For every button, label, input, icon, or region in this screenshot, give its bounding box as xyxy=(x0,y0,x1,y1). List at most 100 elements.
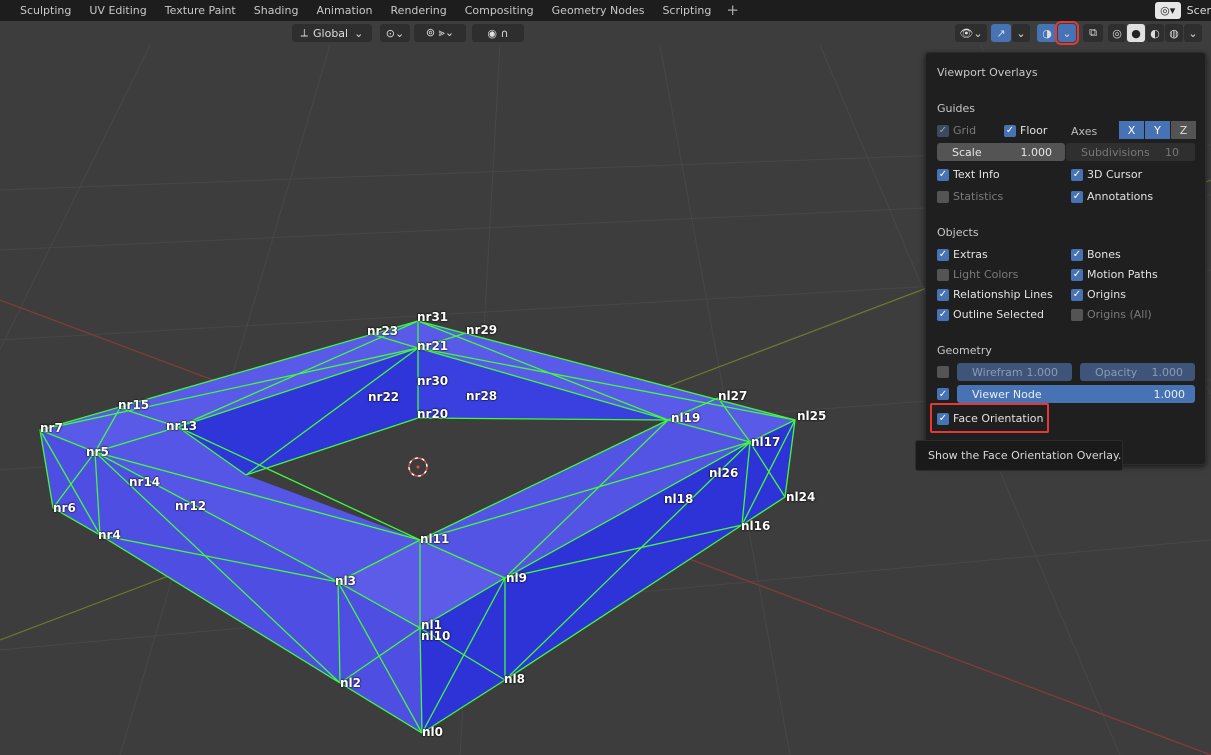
wireframe-value: 1.000 xyxy=(1026,365,1059,379)
vertex-label: nl24 xyxy=(786,490,816,504)
check-icon: ✓ xyxy=(937,124,949,137)
section-geometry: Geometry xyxy=(937,344,992,357)
vertex-label: nr31 xyxy=(417,310,449,324)
overlay-icon[interactable]: ◑ xyxy=(1037,24,1057,42)
tab-animation[interactable]: Animation xyxy=(307,0,381,21)
shading-material-icon[interactable]: ◐ xyxy=(1146,24,1164,42)
motion-paths-checkbox[interactable]: ✓ Motion Paths xyxy=(1071,268,1158,281)
relationship-lines-label: Relationship Lines xyxy=(953,288,1053,301)
axis-x-toggle[interactable]: X xyxy=(1119,121,1144,139)
viewer-node-value: 1.000 xyxy=(1153,387,1186,401)
text-info-label: Text Info xyxy=(953,168,1000,181)
xray-icon[interactable]: ⧉ xyxy=(1083,24,1103,42)
wireframe-field[interactable]: Wirefram 1.000 xyxy=(957,363,1072,381)
vertex-label: nl26 xyxy=(709,466,739,480)
section-objects: Objects xyxy=(937,226,979,239)
scene-selector[interactable]: ◎▾ Scer xyxy=(1154,0,1211,21)
tab-texture-paint[interactable]: Texture Paint xyxy=(156,0,245,21)
check-icon: ✓ xyxy=(937,288,949,301)
wireframe-label: Wirefram xyxy=(972,365,1023,379)
shading-solid-icon[interactable]: ● xyxy=(1127,24,1145,42)
3d-cursor-label: 3D Cursor xyxy=(1087,168,1143,181)
text-info-checkbox[interactable]: ✓ Text Info xyxy=(937,168,1000,181)
scene-icon: ◎▾ xyxy=(1154,2,1181,19)
check-icon: ✓ xyxy=(937,248,949,261)
check-icon: ✓ xyxy=(1071,288,1083,301)
face-orientation-highlight xyxy=(930,403,1049,433)
vertex-label: nr28 xyxy=(466,389,498,403)
vertex-label: nr14 xyxy=(129,475,161,489)
grid-label: Grid xyxy=(953,124,977,137)
check-icon: ✓ xyxy=(1071,190,1083,203)
vertex-label: nl2 xyxy=(340,676,362,690)
outline-selected-checkbox[interactable]: ✓ Outline Selected xyxy=(937,308,1044,321)
check-icon: ✓ xyxy=(937,388,949,400)
opacity-field[interactable]: Opacity 1.000 xyxy=(1080,363,1195,381)
motion-paths-label: Motion Paths xyxy=(1087,268,1158,281)
tab-compositing[interactable]: Compositing xyxy=(456,0,543,21)
shading-dropdown-chevron-icon[interactable]: ⌄ xyxy=(1184,24,1202,42)
wireframe-checkbox[interactable] xyxy=(937,366,953,378)
tab-rendering[interactable]: Rendering xyxy=(382,0,456,21)
transform-orientation-dropdown[interactable]: ⟂ Global ⌄ xyxy=(292,24,372,42)
overlay-dropdown-chevron-icon[interactable]: ⌄ xyxy=(1055,21,1079,45)
origins-all-checkbox[interactable]: Origins (All) xyxy=(1071,308,1152,321)
tab-geometry-nodes[interactable]: Geometry Nodes xyxy=(543,0,654,21)
opacity-value: 1.000 xyxy=(1151,365,1184,379)
axes-label: Axes xyxy=(1071,125,1098,138)
check-icon: ✓ xyxy=(937,308,949,321)
check-icon: ✓ xyxy=(937,168,949,181)
scale-field[interactable]: Scale 1.000 xyxy=(937,143,1065,161)
transform-orientation-label: Global xyxy=(313,26,349,40)
annotations-checkbox[interactable]: ✓ Annotations xyxy=(1071,190,1153,203)
panel-title: Viewport Overlays xyxy=(937,66,1038,79)
vertex-label: nl10 xyxy=(421,629,451,643)
visibility-icon[interactable]: 👁⌄ xyxy=(955,24,987,42)
gizmo-icon[interactable]: ↗ xyxy=(991,24,1011,42)
chevron-down-icon: ⌄ xyxy=(354,26,364,40)
vertex-label: nr22 xyxy=(368,390,400,404)
3d-cursor-checkbox[interactable]: ✓ 3D Cursor xyxy=(1071,168,1142,181)
gizmo-dropdown-chevron-icon[interactable]: ⌄ xyxy=(1012,24,1030,42)
vertex-label: nr15 xyxy=(118,398,150,412)
section-guides: Guides xyxy=(937,102,976,115)
axis-y-toggle[interactable]: Y xyxy=(1145,121,1170,139)
face-orientation-tooltip: Show the Face Orientation Overlay. xyxy=(915,440,1123,471)
subdivisions-field[interactable]: Subdivisions 10 xyxy=(1066,143,1195,161)
bones-checkbox[interactable]: ✓ Bones xyxy=(1071,248,1121,261)
snapping-icon[interactable]: ⊚ ⫸⌄ xyxy=(414,24,466,42)
vertex-label: nr20 xyxy=(417,407,449,421)
vertex-label: nr13 xyxy=(166,419,198,433)
grid-checkbox[interactable]: ✓ Grid xyxy=(937,124,976,137)
vertex-label: nl11 xyxy=(420,532,450,546)
add-workspace-button[interactable]: + xyxy=(720,0,745,21)
floor-label: Floor xyxy=(1020,124,1048,137)
annotations-label: Annotations xyxy=(1087,190,1154,203)
checkbox-empty-icon xyxy=(937,366,949,378)
extras-checkbox[interactable]: ✓ Extras xyxy=(937,248,988,261)
proportional-edit-icon[interactable]: ◉ ∩ xyxy=(472,24,524,42)
transform-pivot-icon[interactable]: ⊙⌄ xyxy=(380,24,410,42)
viewer-node-label: Viewer Node xyxy=(972,387,1042,401)
viewer-node-field[interactable]: Viewer Node 1.000 xyxy=(957,385,1195,403)
floor-checkbox[interactable]: ✓ Floor xyxy=(1004,124,1047,137)
vertex-label: nl25 xyxy=(797,409,827,423)
axis-z-toggle[interactable]: Z xyxy=(1171,121,1196,139)
shading-rendered-icon[interactable]: ◍ xyxy=(1165,24,1183,42)
origins-checkbox[interactable]: ✓ Origins xyxy=(1071,288,1126,301)
check-icon: ✓ xyxy=(1071,268,1083,281)
check-icon: ✓ xyxy=(1071,248,1083,261)
vertex-label: nr7 xyxy=(40,421,63,435)
relationship-lines-checkbox[interactable]: ✓ Relationship Lines xyxy=(937,288,1053,301)
tab-shading[interactable]: Shading xyxy=(245,0,308,21)
viewer-node-checkbox[interactable]: ✓ xyxy=(937,388,953,400)
light-colors-checkbox[interactable]: Light Colors xyxy=(937,268,1018,281)
statistics-checkbox[interactable]: Statistics xyxy=(937,190,1003,203)
vertex-label: nr29 xyxy=(466,323,498,337)
tab-sculpting[interactable]: Sculpting xyxy=(0,0,80,21)
tab-uv-editing[interactable]: UV Editing xyxy=(80,0,155,21)
vertex-label: nr5 xyxy=(86,445,109,459)
shading-wireframe-icon[interactable]: ◎ xyxy=(1108,24,1126,42)
tab-scripting[interactable]: Scripting xyxy=(653,0,720,21)
vertex-label: nl17 xyxy=(751,435,781,449)
